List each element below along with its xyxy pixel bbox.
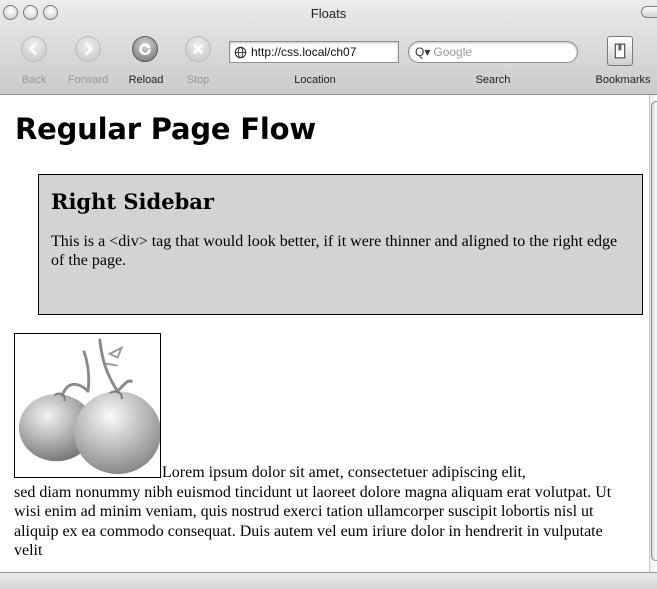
search-placeholder: Google [433,45,473,59]
stop-label: Stop [186,74,210,86]
bookmarks-label: Bookmarks [595,74,651,86]
search-field[interactable]: Q▾ Google [408,41,578,63]
bookmarks-button[interactable] [607,36,633,66]
forward-button[interactable] [75,36,101,62]
book-icon [614,43,626,59]
sidebar-title: Right Sidebar [51,189,214,214]
window-title: Floats [310,6,347,21]
location-field[interactable]: http://css.local/ch07 [229,41,399,63]
forward-arrow-icon [85,42,93,56]
right-sidebar-box: Right Sidebar This is a <div> tag that w… [38,174,643,315]
back-button[interactable] [21,36,47,62]
reload-label: Reload [128,74,164,86]
reload-icon [139,43,151,55]
globe-icon [234,46,247,58]
magnifier-icon: Q▾ [415,45,431,59]
page-heading: Regular Page Flow [15,112,316,146]
window-titlebar: Floats Back Forward Reload Stop http://c… [0,0,657,95]
toolbar-toggle-button[interactable] [641,6,657,18]
search-label: Search [475,74,511,86]
reload-button[interactable] [132,36,158,62]
scrollbar-thumb[interactable] [651,101,657,561]
back-arrow-icon [29,42,37,56]
body-rest: sed diam nonummy nibh euismod tincidunt … [14,483,612,560]
vertical-scrollbar[interactable] [649,95,657,572]
body-first-line: Lorem ipsum dolor sit amet, consectetuer… [162,464,526,481]
location-label: Location [294,74,336,86]
stop-x-icon [193,44,203,54]
sidebar-text: This is a <div> tag that would look bett… [51,233,618,269]
status-bar [0,572,657,589]
body-paragraph: Lorem ipsum dolor sit amet, consectetuer… [14,463,632,561]
forward-label: Forward [67,74,109,86]
tomato-image [14,333,161,478]
location-url: http://css.local/ch07 [251,45,357,59]
page-viewport: Regular Page Flow Right Sidebar This is … [0,95,649,572]
back-label: Back [21,74,47,86]
stop-button[interactable] [185,36,211,62]
tomato-illustration [15,334,160,477]
